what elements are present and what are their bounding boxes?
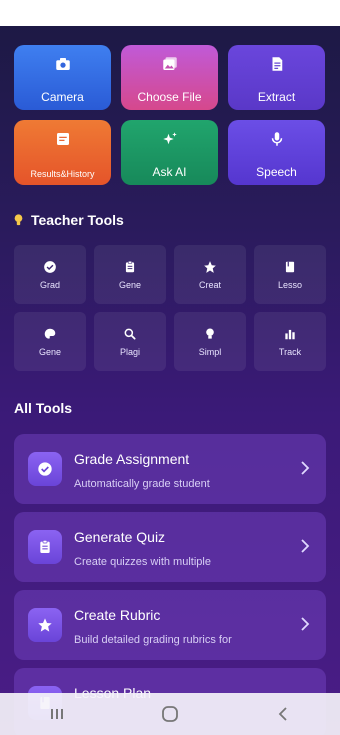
teacher-tool-grade[interactable]: Grad xyxy=(14,245,86,304)
image-icon xyxy=(162,57,177,70)
chevron-right-icon xyxy=(301,461,310,475)
history-icon xyxy=(56,133,69,145)
tool-subtitle: Create quizzes with multiple xyxy=(74,556,211,568)
tool-card-grade-assignment[interactable]: Grade Assignment Automatically grade stu… xyxy=(14,434,326,504)
results-history-button[interactable]: Results&History xyxy=(14,120,111,185)
tool-subtitle: Automatically grade student xyxy=(74,478,210,490)
teacher-tool-track[interactable]: Track xyxy=(254,312,326,371)
tool-title: Generate Quiz xyxy=(74,529,166,545)
teacher-tool-label: Gene xyxy=(118,279,142,290)
ask-ai-button[interactable]: Ask AI xyxy=(121,120,218,185)
teacher-tool-label: Simpl xyxy=(198,346,222,357)
speech-label: Speech xyxy=(256,165,297,179)
camera-label: Camera xyxy=(41,90,84,104)
tool-card-generate-quiz[interactable]: Generate Quiz Create quizzes with multip… xyxy=(14,512,326,582)
home-button[interactable] xyxy=(160,704,180,724)
tool-badge xyxy=(28,530,62,564)
teacher-tool-lesson[interactable]: Lesso xyxy=(254,245,326,304)
document-icon xyxy=(272,57,282,71)
star-icon xyxy=(38,618,52,632)
sparkle-icon xyxy=(162,132,177,145)
teacher-tool-create[interactable]: Creat xyxy=(174,245,246,304)
teacher-tools-heading: Teacher Tools xyxy=(14,212,124,228)
extract-label: Extract xyxy=(257,90,296,104)
ask-ai-label: Ask AI xyxy=(152,165,187,179)
teacher-tool-generate-quiz[interactable]: Gene xyxy=(94,245,166,304)
teacher-tool-label: Gene xyxy=(38,346,62,357)
all-tools-heading: All Tools xyxy=(14,400,73,416)
teacher-tool-label: Creat xyxy=(198,279,221,290)
speech-button[interactable]: Speech xyxy=(228,120,325,185)
chevron-right-icon xyxy=(301,539,310,553)
status-bar xyxy=(0,0,340,26)
teacher-tools-title: Teacher Tools xyxy=(31,212,124,228)
microphone-icon xyxy=(271,132,282,146)
extract-button[interactable]: Extract xyxy=(228,45,325,110)
back-icon xyxy=(279,707,287,721)
clipboard-icon xyxy=(40,540,50,553)
lightbulb-icon xyxy=(206,327,214,339)
check-circle-icon xyxy=(44,260,56,273)
check-circle-icon xyxy=(38,462,52,476)
teacher-tool-plagiarism[interactable]: Plagi xyxy=(94,312,166,371)
recent-apps-button[interactable] xyxy=(47,704,67,724)
app-screen: Camera Choose File Extract Results&Histo… xyxy=(0,26,340,735)
teacher-tools-grid: Grad Gene Creat Lesso Gene Plagi Simpl T… xyxy=(14,245,326,371)
search-icon xyxy=(124,328,136,340)
clipboard-icon xyxy=(125,260,135,272)
home-icon xyxy=(162,706,178,722)
teacher-tool-label: Lesso xyxy=(277,279,303,290)
teacher-tool-generate[interactable]: Gene xyxy=(14,312,86,371)
tool-title: Create Rubric xyxy=(74,607,161,623)
teacher-tool-simplify[interactable]: Simpl xyxy=(174,312,246,371)
teacher-tool-label: Grad xyxy=(39,279,60,290)
book-icon xyxy=(285,261,295,272)
teacher-tool-label: Track xyxy=(278,346,302,357)
tool-title: Grade Assignment xyxy=(74,451,190,467)
tool-badge xyxy=(28,608,62,642)
results-history-label: Results&History xyxy=(30,169,95,179)
system-navigation-bar xyxy=(0,693,340,735)
teacher-tool-label: Plagi xyxy=(119,346,140,357)
tool-subtitle: Build detailed grading rubrics for xyxy=(74,634,232,646)
quick-actions-grid: Camera Choose File Extract Results&Histo… xyxy=(14,45,326,185)
lightbulb-icon xyxy=(14,214,23,226)
choose-file-button[interactable]: Choose File xyxy=(121,45,218,110)
tool-badge xyxy=(28,452,62,486)
bar-chart-icon xyxy=(285,329,295,339)
tool-card-create-rubric[interactable]: Create Rubric Build detailed grading rub… xyxy=(14,590,326,660)
choose-file-label: Choose File xyxy=(137,90,202,104)
camera-icon xyxy=(55,58,70,70)
chevron-right-icon xyxy=(301,617,310,631)
recent-apps-icon xyxy=(50,709,63,719)
palette-icon xyxy=(44,328,56,339)
camera-button[interactable]: Camera xyxy=(14,45,111,110)
star-icon xyxy=(204,260,216,273)
back-button[interactable] xyxy=(273,704,293,724)
